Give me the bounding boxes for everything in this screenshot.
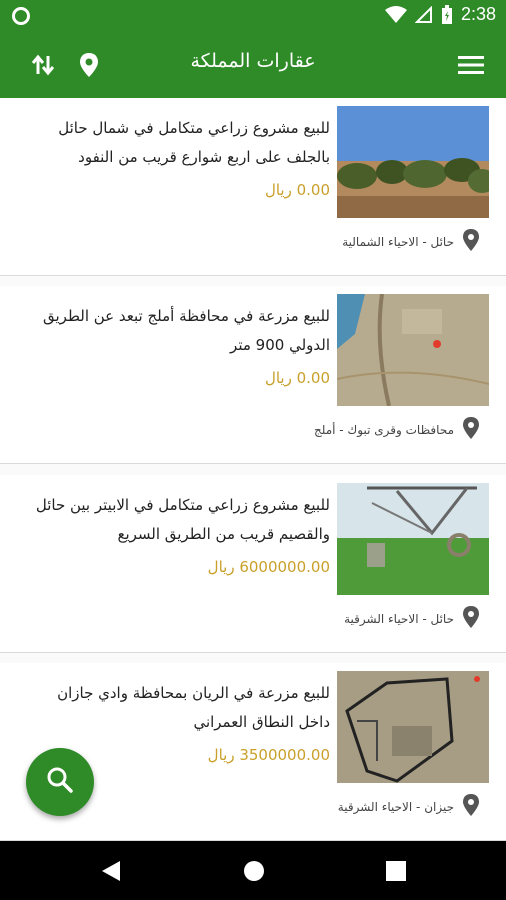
recents-icon[interactable] bbox=[385, 860, 407, 886]
menu-icon[interactable] bbox=[456, 50, 486, 80]
back-icon[interactable] bbox=[100, 860, 122, 886]
listing-image bbox=[337, 483, 489, 595]
listing-card[interactable]: للبيع مشروع زراعي متكامل في الابيتر بين … bbox=[0, 475, 506, 653]
listing-list: للبيع مشروع زراعي متكامل في شمال حائل با… bbox=[0, 98, 506, 841]
listing-card[interactable]: للبيع مشروع زراعي متكامل في شمال حائل با… bbox=[0, 98, 506, 276]
wifi-icon bbox=[384, 5, 407, 24]
search-icon bbox=[46, 766, 74, 798]
location-text: حائل - الاحياء الشمالية bbox=[342, 235, 454, 249]
location-text: محافظات وقرى تبوك - أملج bbox=[313, 423, 454, 437]
listing-location: حائل - الاحياء الشرقية bbox=[344, 605, 480, 633]
listing-title: للبيع مشروع زراعي متكامل في شمال حائل با… bbox=[58, 119, 330, 166]
listing-image bbox=[337, 294, 489, 406]
app-bar: عقارات المملكة bbox=[0, 32, 506, 98]
location-pin-icon bbox=[462, 793, 480, 821]
page-title: عقارات المملكة bbox=[190, 50, 316, 72]
listing-location: محافظات وقرى تبوك - أملج bbox=[314, 416, 480, 444]
location-pin-icon bbox=[462, 416, 480, 444]
search-fab-button[interactable] bbox=[26, 748, 94, 816]
listing-price: 0.00 ريال bbox=[264, 181, 330, 199]
listing-title: للبيع مشروع زراعي متكامل في الابيتر بين … bbox=[35, 496, 330, 543]
listing-image bbox=[337, 106, 489, 218]
listing-title: للبيع مزرعة في محافظة أملج تبعد عن الطري… bbox=[42, 307, 330, 354]
location-text: جيزان - الاحياء الشرقية bbox=[337, 800, 454, 814]
status-bar: 2:38 bbox=[0, 0, 506, 32]
home-icon[interactable] bbox=[243, 860, 265, 886]
location-pin-icon bbox=[462, 228, 480, 256]
listing-card[interactable]: للبيع مزرعة في محافظة أملج تبعد عن الطري… bbox=[0, 286, 506, 464]
listing-title: للبيع مزرعة في الريان بمحافظة وادي جازان… bbox=[57, 684, 330, 731]
listing-price: 6000000.00 ريال bbox=[207, 558, 330, 576]
signal-icon bbox=[414, 5, 433, 24]
location-pin-icon bbox=[462, 605, 480, 633]
battery-icon bbox=[441, 4, 453, 25]
listing-image bbox=[337, 671, 489, 783]
circle-icon bbox=[12, 7, 30, 25]
listing-price: 3500000.00 ريال bbox=[207, 746, 330, 764]
listing-price: 0.00 ريال bbox=[264, 369, 330, 387]
location-text: حائل - الاحياء الشرقية bbox=[344, 612, 454, 626]
nav-bar bbox=[0, 841, 506, 900]
listing-location: حائل - الاحياء الشمالية bbox=[342, 228, 480, 256]
listing-location: جيزان - الاحياء الشرقية bbox=[338, 793, 480, 821]
status-time: 2:38 bbox=[460, 4, 496, 24]
